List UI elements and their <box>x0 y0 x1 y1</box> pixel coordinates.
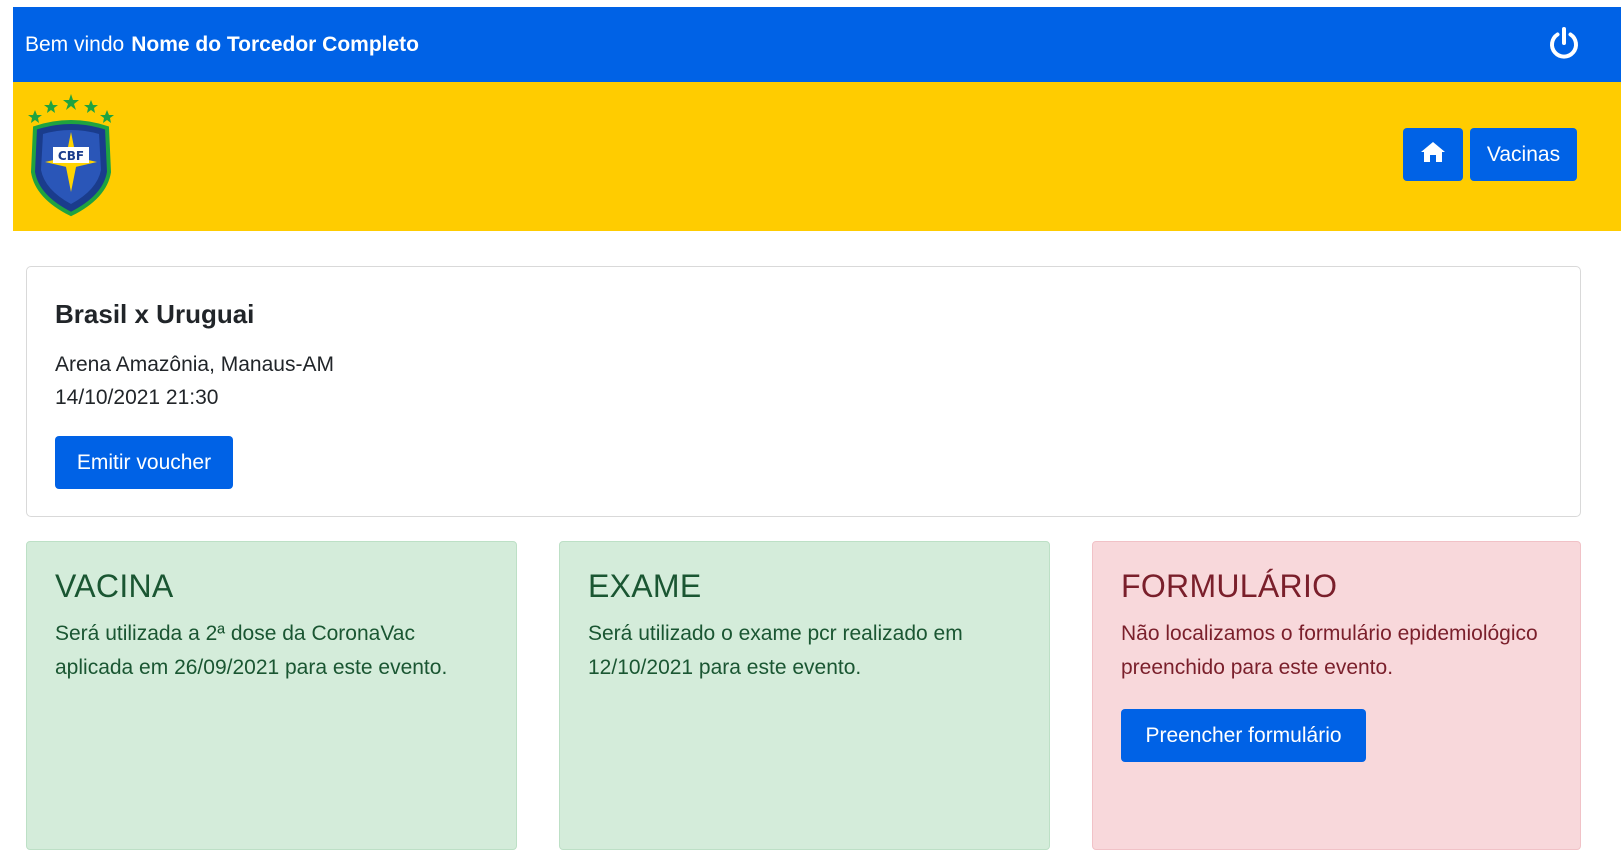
formulario-text: Não localizamos o formulário epidemiológ… <box>1121 622 1538 679</box>
exame-title: EXAME <box>588 568 702 604</box>
exame-card: EXAME Será utilizado o exame pcr realiza… <box>559 541 1050 850</box>
preencher-formulario-button[interactable]: Preencher formulário <box>1121 709 1366 762</box>
event-card: Brasil x Uruguai Arena Amazônia, Manaus-… <box>26 266 1581 517</box>
vacina-title: VACINA <box>55 568 174 604</box>
formulario-card: FORMULÁRIO Não localizamos o formulário … <box>1092 541 1581 850</box>
vacina-text: Será utilizada a 2ª dose da CoronaVac ap… <box>55 622 448 679</box>
home-icon <box>1419 140 1447 170</box>
formulario-title: FORMULÁRIO <box>1121 568 1338 604</box>
event-title: Brasil x Uruguai <box>55 299 255 329</box>
power-icon[interactable] <box>1545 25 1583 63</box>
home-button[interactable] <box>1403 128 1463 181</box>
vacina-card: VACINA Será utilizada a 2ª dose da Coron… <box>26 541 517 850</box>
exame-text: Será utilizado o exame pcr realizado em … <box>588 622 963 679</box>
page-left-edge <box>0 0 13 858</box>
welcome-prefix: Bem vindo <box>25 32 125 56</box>
top-bar: Bem vindo Nome do Torcedor Completo <box>13 7 1621 82</box>
event-place: Arena Amazônia, Manaus-AM <box>55 353 334 376</box>
cbf-logo: CBF <box>25 92 117 217</box>
vacinas-button[interactable]: Vacinas <box>1470 128 1577 181</box>
page: Bem vindo Nome do Torcedor Completo CBF … <box>0 0 1621 858</box>
logo-text: CBF <box>58 149 84 163</box>
nav-bar: CBF Vacinas <box>13 82 1621 231</box>
user-name: Nome do Torcedor Completo <box>131 32 420 56</box>
event-datetime: 14/10/2021 21:30 <box>55 386 219 409</box>
emitir-voucher-button[interactable]: Emitir voucher <box>55 436 233 489</box>
